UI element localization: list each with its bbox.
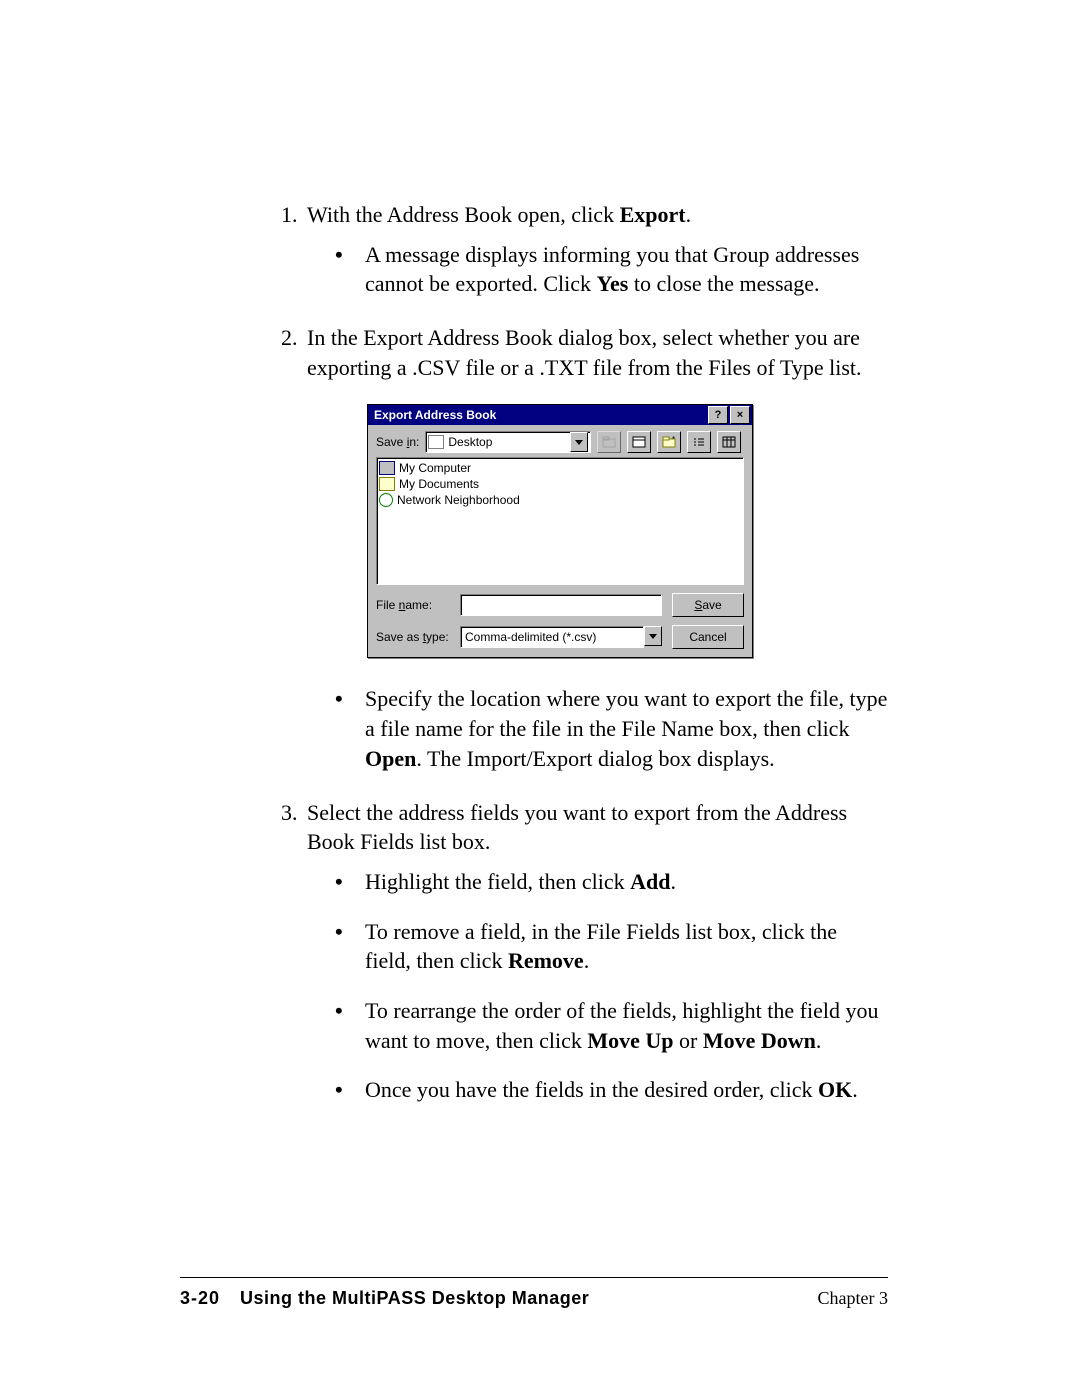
bold: Move Up bbox=[587, 1028, 673, 1053]
step-1-bold: Export bbox=[620, 202, 686, 227]
step-3: Select the address fields you want to ex… bbox=[303, 798, 888, 1106]
text: or bbox=[674, 1028, 703, 1053]
bold: Move Down bbox=[703, 1028, 816, 1053]
dialog-bottom: File name: Save Save as type: Comma-deli… bbox=[368, 585, 752, 657]
text: . bbox=[671, 869, 677, 894]
save-button[interactable]: Save bbox=[672, 593, 744, 617]
details-view-button[interactable] bbox=[717, 431, 741, 453]
file-list[interactable]: My Computer My Documents Network Neighbo… bbox=[376, 457, 744, 585]
desktop-button[interactable] bbox=[627, 431, 651, 453]
item-label: Network Neighborhood bbox=[397, 492, 520, 508]
numbered-steps: With the Address Book open, click Export… bbox=[275, 200, 888, 1105]
page-number: 3-20 bbox=[180, 1288, 220, 1309]
step-3-bullet-4: Once you have the fields in the desired … bbox=[335, 1075, 888, 1105]
text: . bbox=[584, 948, 590, 973]
close-button[interactable]: × bbox=[730, 406, 750, 424]
footer-title: Using the MultiPASS Desktop Manager bbox=[240, 1288, 817, 1309]
filename-input[interactable] bbox=[460, 594, 662, 616]
text: . The Import/Export dialog box displays. bbox=[416, 746, 774, 771]
bold: Yes bbox=[597, 271, 629, 296]
dialog-title: Export Address Book bbox=[374, 407, 706, 423]
text: . bbox=[852, 1077, 858, 1102]
text: Specify the location where you want to e… bbox=[365, 686, 887, 741]
list-item[interactable]: My Documents bbox=[379, 476, 741, 492]
step-3-bullet-3: To rearrange the order of the fields, hi… bbox=[335, 996, 888, 1055]
step-1-end: . bbox=[686, 202, 692, 227]
text: To remove a field, in the File Fields li… bbox=[365, 919, 837, 974]
save-in-dropdown[interactable]: Desktop bbox=[425, 431, 591, 453]
text: . bbox=[816, 1028, 822, 1053]
list-item[interactable]: My Computer bbox=[379, 460, 741, 476]
bold: OK bbox=[818, 1077, 852, 1102]
cancel-button[interactable]: Cancel bbox=[672, 625, 744, 649]
document-body: With the Address Book open, click Export… bbox=[275, 200, 888, 1105]
dialog-toolbar: Save in: Desktop bbox=[368, 425, 752, 457]
save-in-label: Save in: bbox=[376, 434, 419, 450]
filename-label: File name: bbox=[376, 597, 450, 613]
bold: Remove bbox=[508, 948, 584, 973]
item-label: My Documents bbox=[399, 476, 479, 492]
desktop-icon bbox=[428, 435, 444, 449]
dialog-titlebar: Export Address Book ? × bbox=[368, 405, 752, 425]
step-1-text: With the Address Book open, click bbox=[307, 202, 620, 227]
step-2: In the Export Address Book dialog box, s… bbox=[303, 323, 888, 773]
save-in-value: Desktop bbox=[448, 434, 570, 450]
list-item[interactable]: Network Neighborhood bbox=[379, 492, 741, 508]
folder-icon bbox=[379, 477, 395, 491]
dropdown-arrow-icon[interactable] bbox=[570, 432, 588, 452]
dropdown-arrow-icon[interactable] bbox=[644, 626, 662, 646]
bold: Add bbox=[630, 869, 670, 894]
step-3-text: Select the address fields you want to ex… bbox=[307, 800, 847, 855]
step-1-bullet-1: A message displays informing you that Gr… bbox=[335, 240, 888, 299]
computer-icon bbox=[379, 461, 395, 475]
step-1: With the Address Book open, click Export… bbox=[303, 200, 888, 299]
step-2-bullet-1: Specify the location where you want to e… bbox=[335, 684, 888, 773]
bold: Open bbox=[365, 746, 416, 771]
text: to close the message. bbox=[628, 271, 819, 296]
text: Highlight the field, then click bbox=[365, 869, 630, 894]
dialog-screenshot: Export Address Book ? × Save in: Desktop bbox=[367, 404, 888, 658]
saveastype-value: Comma-delimited (*.csv) bbox=[465, 629, 596, 645]
network-icon bbox=[379, 493, 393, 507]
item-label: My Computer bbox=[399, 460, 471, 476]
page-footer: 3-20 Using the MultiPASS Desktop Manager… bbox=[180, 1277, 888, 1309]
saveastype-dropdown[interactable]: Comma-delimited (*.csv) bbox=[460, 626, 662, 648]
chapter-label: Chapter 3 bbox=[818, 1288, 888, 1309]
step-3-bullet-1: Highlight the field, then click Add. bbox=[335, 867, 888, 897]
step-2-text: In the Export Address Book dialog box, s… bbox=[307, 325, 862, 380]
list-view-button[interactable] bbox=[687, 431, 711, 453]
up-one-level-button[interactable] bbox=[597, 431, 621, 453]
help-button[interactable]: ? bbox=[708, 406, 728, 424]
export-address-book-dialog: Export Address Book ? × Save in: Desktop bbox=[367, 404, 753, 658]
text: Once you have the fields in the desired … bbox=[365, 1077, 818, 1102]
step-3-bullet-2: To remove a field, in the File Fields li… bbox=[335, 917, 888, 976]
saveastype-label: Save as type: bbox=[376, 629, 450, 645]
new-folder-button[interactable]: * bbox=[657, 431, 681, 453]
svg-text:*: * bbox=[672, 436, 675, 444]
